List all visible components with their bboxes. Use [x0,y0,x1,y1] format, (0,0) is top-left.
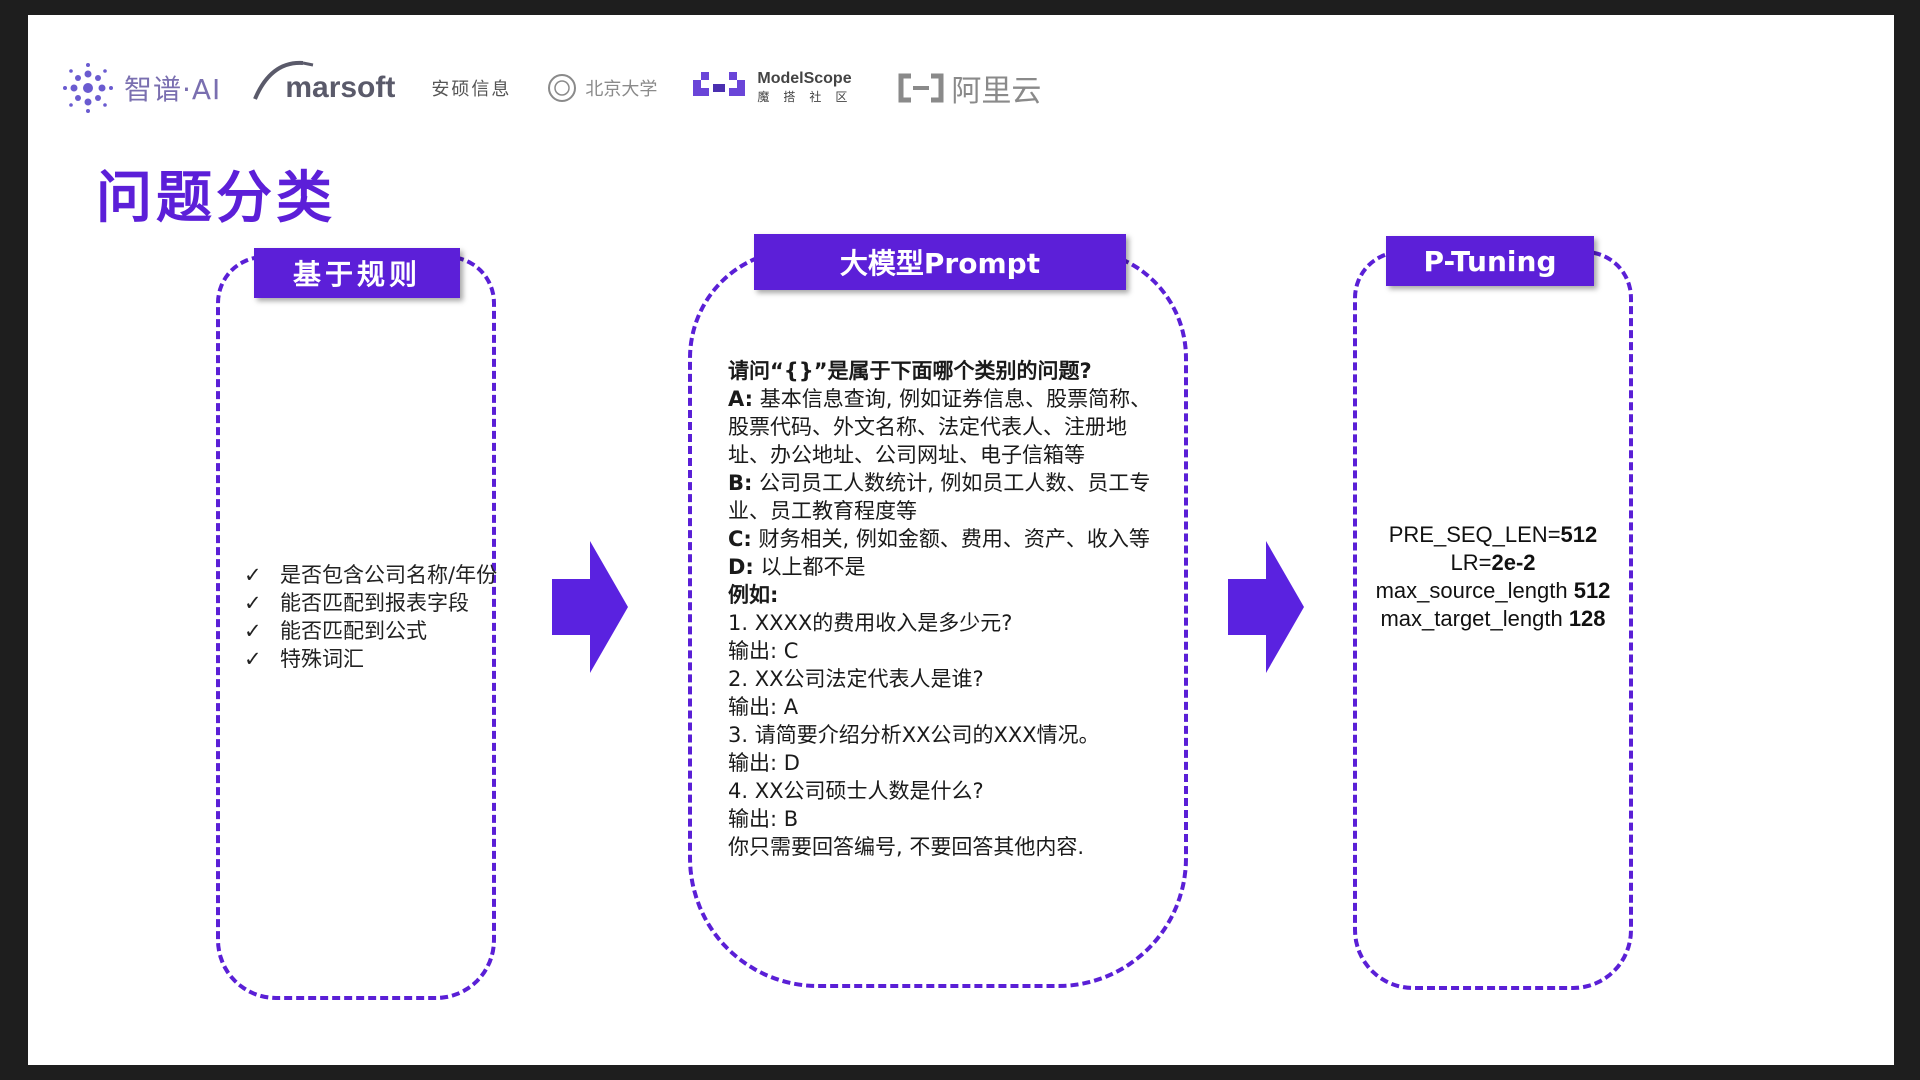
rule-text: 能否匹配到公式 [280,619,427,643]
pku-logo-text: 北京大学 [585,79,658,100]
param-value: 128 [1568,606,1606,631]
zhipu-logo: 智谱·AI [62,62,221,114]
option-b: B: 公司员工人数统计, 例如员工人数、员工专业、员工教育程度等 [728,469,1168,525]
prompt-text: 请问“{}”是属于下面哪个类别的问题? A: 基本信息查询, 例如证券信息、股票… [728,357,1168,861]
param-line: LR=2e-2 [1363,549,1623,577]
option-key: B: [728,471,753,495]
param-name: LR= [1450,550,1492,575]
param-line: max_source_length 512 [1363,577,1623,605]
param-line: max_target_length 128 [1363,605,1623,633]
list-item: ✓ 特殊词汇 [238,645,498,673]
pku-seal-icon [548,74,577,102]
check-icon: ✓ [244,647,262,671]
slide: 智谱·AI marsoft 安硕信息 北京大学 ModelScope 魔搭社区 … [28,15,1894,1065]
param-value: 2e-2 [1491,550,1536,575]
check-icon: ✓ [244,563,262,587]
zhipu-logo-text: 智谱·AI [124,73,222,106]
arrow-right-icon [552,541,628,673]
modelscope-logo-text-en: ModelScope [757,70,852,87]
list-item: ✓ 是否包含公司名称/年份 [238,561,498,589]
ptuning-params: PRE_SEQ_LEN=512 LR=2e-2 max_source_lengt… [1363,521,1623,633]
examples-label: 例如: [728,583,779,607]
option-key: D: [728,555,754,579]
zhipu-dots-icon [63,63,113,113]
example-answer: 输出: A [728,695,799,719]
option-a: A: 基本信息查询, 例如证券信息、股票简称、股票代码、外文名称、法定代表人、注… [728,385,1168,469]
prompt-footer: 你只需要回答编号, 不要回答其他内容. [728,835,1085,859]
example-answer: 输出: C [728,639,799,663]
option-key: A: [728,387,754,411]
prompt-panel-header: 大模型Prompt [754,234,1126,290]
modelscope-logo: ModelScope 魔搭社区 [693,70,861,106]
param-value: 512 [1573,578,1611,603]
option-text: 公司员工人数统计, 例如员工人数、员工专业、员工教育程度等 [728,471,1151,523]
example-answer: 输出: B [728,807,799,831]
anshuo-logo: 安硕信息 [431,75,511,101]
aliyun-bracket-icon [898,73,944,103]
modelscope-logo-text-cn: 魔搭社区 [757,90,862,104]
list-item: ✓ 能否匹配到公式 [238,617,498,645]
marsoft-logo: marsoft [253,60,395,105]
option-text: 以上都不是 [753,555,866,579]
modelscope-icon [693,72,746,96]
logo-bar: 智谱·AI marsoft 安硕信息 北京大学 ModelScope 魔搭社区 … [62,53,1077,123]
example-question: 3. 请简要介绍分析XX公司的XXX情况。 [728,723,1100,747]
list-item: ✓ 能否匹配到报表字段 [238,589,498,617]
aliyun-logo: 阿里云 [897,66,1041,110]
option-c: C: 财务相关, 例如金额、费用、资产、收入等 [728,525,1168,553]
rule-text: 是否包含公司名称/年份 [280,563,498,587]
example-question: 4. XX公司硕士人数是什么? [728,779,984,803]
param-value: 512 [1560,522,1598,547]
param-name: max_source_length [1375,578,1574,603]
rule-text: 能否匹配到报表字段 [280,591,469,615]
ptuning-panel-header: P-Tuning [1386,236,1594,286]
aliyun-logo-text: 阿里云 [951,74,1042,109]
param-name: PRE_SEQ_LEN= [1388,522,1561,547]
marsoft-swoosh-icon [253,60,314,100]
prompt-question: 请问“{}”是属于下面哪个类别的问题? [728,359,1092,383]
check-icon: ✓ [244,619,262,643]
rules-checklist: ✓ 是否包含公司名称/年份 ✓ 能否匹配到报表字段 ✓ 能否匹配到公式 ✓ 特殊… [238,561,498,673]
check-icon: ✓ [244,591,262,615]
option-d: D: 以上都不是 [728,553,1168,581]
option-text: 财务相关, 例如金额、费用、资产、收入等 [751,527,1150,551]
example-answer: 输出: D [728,751,800,775]
option-text: 基本信息查询, 例如证券信息、股票简称、股票代码、外文名称、法定代表人、注册地址… [728,387,1152,467]
rules-panel-header: 基于规则 [254,248,460,298]
example-question: 2. XX公司法定代表人是谁? [728,667,984,691]
anshuo-logo-text: 安硕信息 [431,79,512,100]
arrow-right-icon [1228,541,1304,673]
example-question: 1. XXXX的费用收入是多少元? [728,611,1013,635]
pku-logo: 北京大学 [547,73,657,103]
param-name: max_target_length [1380,606,1569,631]
page-title: 问题分类 [96,166,336,231]
option-key: C: [728,527,752,551]
rule-text: 特殊词汇 [280,647,364,671]
param-line: PRE_SEQ_LEN=512 [1363,521,1623,549]
